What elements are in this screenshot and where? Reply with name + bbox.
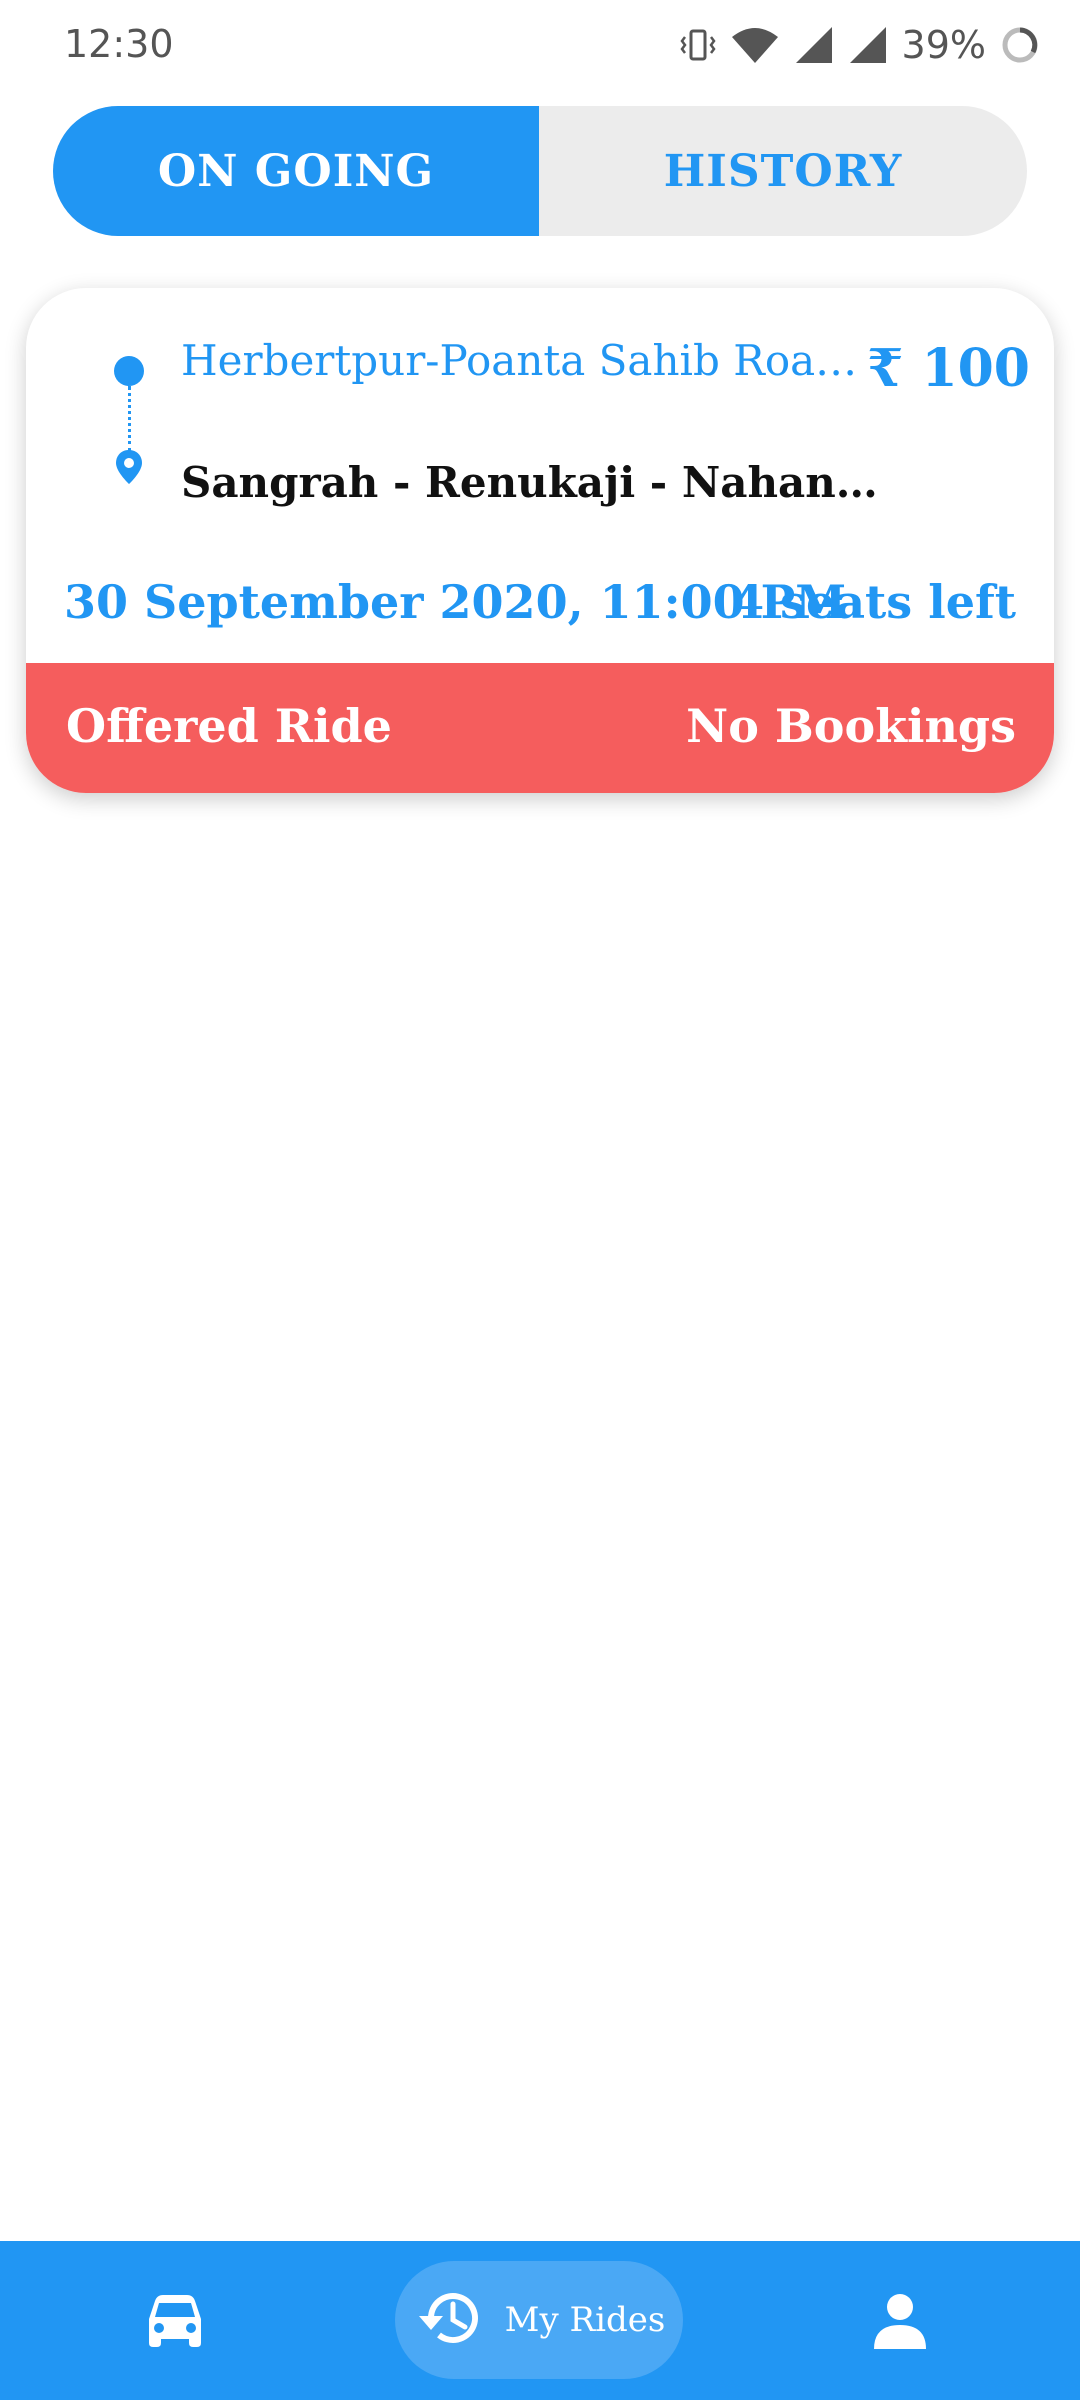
nav-car-button[interactable] bbox=[143, 2291, 207, 2355]
nav-my-rides-button[interactable]: My Rides bbox=[395, 2261, 683, 2379]
signal-roaming-icon bbox=[848, 25, 888, 65]
origin-dot-icon bbox=[114, 356, 144, 386]
nav-my-rides-label: My Rides bbox=[504, 2300, 666, 2340]
ride-destination: Sangrah - Renukaji - Nahan Roa... bbox=[181, 458, 881, 507]
ride-type-label: Offered Ride bbox=[66, 699, 392, 753]
ride-tabs: ON GOING HISTORY bbox=[53, 106, 1027, 236]
ride-card[interactable]: Herbertpur-Poanta Sahib Road,... Sangrah… bbox=[26, 288, 1054, 793]
person-icon bbox=[870, 2294, 930, 2355]
status-bar: 12:30 39% bbox=[0, 0, 1080, 90]
battery-percent: 39% bbox=[901, 23, 986, 67]
ride-datetime: 30 September 2020, 11:00 PM bbox=[64, 575, 847, 629]
battery-icon bbox=[1000, 25, 1040, 65]
booking-status-label: No Bookings bbox=[686, 699, 1016, 753]
ride-price: ₹ 100 bbox=[867, 338, 1030, 399]
status-time: 12:30 bbox=[64, 22, 174, 66]
ride-status-bar: Offered Ride No Bookings bbox=[26, 663, 1054, 793]
signal-icon bbox=[794, 25, 834, 65]
tab-ongoing[interactable]: ON GOING bbox=[53, 106, 539, 236]
wifi-icon bbox=[730, 25, 780, 65]
history-icon bbox=[413, 2286, 485, 2354]
seats-left: 4 seats left bbox=[732, 575, 1016, 629]
route-connector bbox=[128, 386, 131, 452]
vibrate-icon bbox=[679, 25, 716, 65]
ride-origin: Herbertpur-Poanta Sahib Road,... bbox=[181, 336, 881, 385]
status-icons: 39% bbox=[679, 18, 1040, 72]
car-icon bbox=[143, 2295, 207, 2355]
bottom-nav: My Rides bbox=[0, 2241, 1080, 2400]
destination-pin-icon bbox=[114, 448, 144, 490]
nav-profile-button[interactable] bbox=[870, 2291, 930, 2355]
tab-history[interactable]: HISTORY bbox=[539, 106, 1027, 236]
